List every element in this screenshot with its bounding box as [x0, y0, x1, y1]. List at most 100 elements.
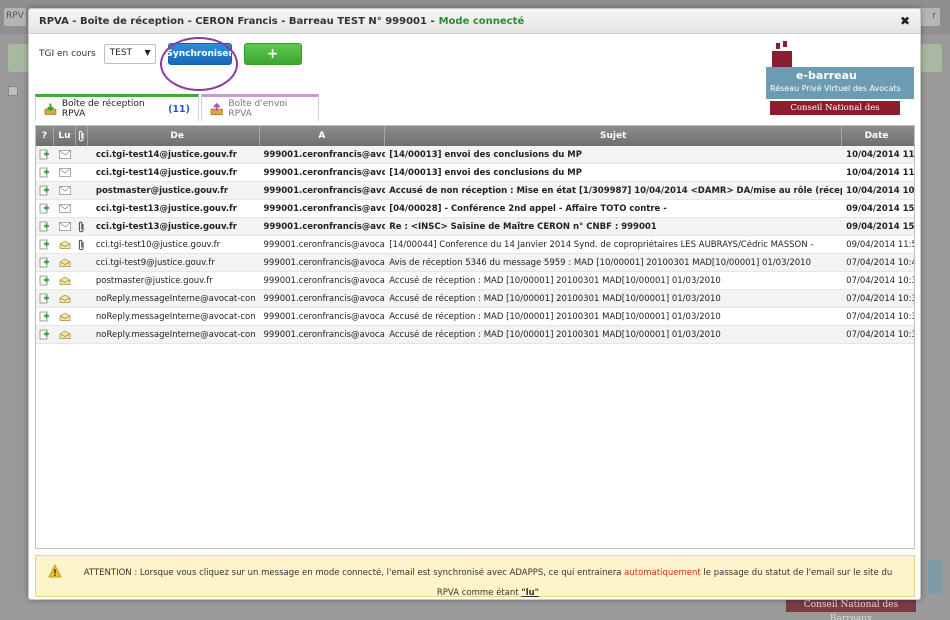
- table-row[interactable]: cci.tgi-test14@justice.gouv.fr 999001.cer…: [36, 146, 914, 164]
- header-attachment[interactable]: [76, 126, 88, 146]
- row-subject: Avis de réception 5346 du message 5959 :…: [389, 257, 811, 268]
- row-date: 10/04/2014 11:01: [846, 149, 914, 160]
- row-status-cell: [36, 272, 54, 290]
- document-add-icon: [40, 221, 50, 232]
- warning-text-1: ATTENTION : Lorsque vous cliquez sur un …: [83, 568, 622, 578]
- header-to[interactable]: A: [260, 126, 386, 146]
- row-status-cell: [36, 326, 54, 344]
- row-from: noReply.messageInterne@avocat-con: [95, 329, 256, 340]
- inbox-dialog: RPVA - Boîte de réception - CERON Franci…: [28, 8, 921, 600]
- row-to: 999001.ceronfrancis@avocat: [263, 203, 386, 214]
- row-subject: Accusé de non réception : Mise en état […: [389, 185, 843, 196]
- tab-inbox[interactable]: Boîte de réception RPVA (11): [35, 94, 199, 121]
- row-date: 07/04/2014 10:37: [846, 293, 914, 304]
- synchronize-button[interactable]: Synchroniser: [166, 43, 233, 65]
- document-add-icon: [40, 203, 50, 214]
- table-row[interactable]: cci.tgi-test10@justice.gouv.fr 999001.cer…: [36, 236, 914, 254]
- row-from: noReply.messageInterne@avocat-con: [95, 293, 256, 304]
- row-attachment-cell: [76, 236, 88, 254]
- row-status-cell: [36, 254, 54, 272]
- document-add-icon: [40, 167, 50, 178]
- row-status-cell: [36, 290, 54, 308]
- row-to: 999001.ceronfrancis@avocat: [263, 185, 386, 196]
- row-date: 09/04/2014 11:57: [846, 239, 914, 250]
- row-status-cell: [36, 164, 54, 182]
- table-row[interactable]: cci.tgi-test14@justice.gouv.fr 999001.cer…: [36, 164, 914, 182]
- row-read-cell: [54, 218, 76, 236]
- row-date: 07/04/2014 10:40: [846, 257, 914, 268]
- header-from[interactable]: De: [88, 126, 260, 146]
- row-subject: [14/00013] envoi des conclusions du MP: [389, 167, 582, 178]
- row-read-cell: [54, 254, 76, 272]
- row-subject: Accusé de réception : MAD [10/00001] 201…: [389, 329, 721, 340]
- table-row[interactable]: cci.tgi-test13@justice.gouv.fr 999001.cer…: [36, 218, 914, 236]
- header-read[interactable]: Lu: [54, 126, 76, 146]
- add-button[interactable]: +: [243, 43, 302, 65]
- row-attachment-cell: [76, 254, 88, 272]
- row-subject: [04/00028] - Conférence 2nd appel - Affa…: [389, 203, 667, 214]
- row-to: 999001.ceronfrancis@avocat: [263, 311, 386, 322]
- background-cnb-logo: Conseil National des Barreaux: [786, 598, 916, 620]
- envelope-open-icon: [59, 240, 71, 249]
- row-date: 10/04/2014 10:11: [846, 185, 914, 196]
- row-attachment-cell: [76, 146, 88, 164]
- message-grid: ? Lu De A Sujet Date cci.tgi-test14@just…: [35, 125, 915, 549]
- envelope-closed-icon: [59, 150, 71, 159]
- row-from: noReply.messageInterne@avocat-con: [95, 311, 256, 322]
- table-row[interactable]: cci.tgi-test9@justice.gouv.fr 999001.cero…: [36, 254, 914, 272]
- row-status-cell: [36, 182, 54, 200]
- document-add-icon: [40, 293, 50, 304]
- tgi-select-value: TEST: [109, 48, 133, 58]
- row-subject: Re : <INSC> Saisine de Maître CERON n° C…: [389, 221, 657, 232]
- header-question[interactable]: ?: [36, 126, 54, 146]
- row-to: 999001.ceronfrancis@avocat: [263, 221, 386, 232]
- row-to: 999001.ceronfrancis@avocat: [263, 275, 386, 286]
- table-row[interactable]: cci.tgi-test13@justice.gouv.fr 999001.cer…: [36, 200, 914, 218]
- close-icon[interactable]: ✖: [900, 14, 910, 28]
- document-add-icon: [40, 185, 50, 196]
- row-read-cell: [54, 146, 76, 164]
- row-attachment-cell: [76, 290, 88, 308]
- row-to: 999001.ceronfrancis@avocat: [263, 293, 386, 304]
- row-read-cell: [54, 182, 76, 200]
- background-green-panel-right: [920, 44, 942, 72]
- inbox-count: (11): [168, 103, 190, 115]
- row-subject: Accusé de réception : MAD [10/00001] 201…: [389, 311, 721, 322]
- row-read-cell: [54, 164, 76, 182]
- table-row[interactable]: postmaster@justice.gouv.fr 999001.ceronfr…: [36, 272, 914, 290]
- row-attachment-cell: [76, 218, 88, 236]
- e-barreau-logo: e-barreau Réseau Privé Virtuel des Avoca…: [766, 39, 916, 127]
- logo-cnb: Conseil National des Barreaux: [770, 101, 900, 127]
- sync-warning: ATTENTION : Lorsque vous cliquez sur un …: [35, 555, 915, 598]
- row-status-cell: [36, 308, 54, 326]
- envelope-open-icon: [59, 276, 71, 285]
- envelope-open-icon: [59, 294, 71, 303]
- grid-body: cci.tgi-test14@justice.gouv.fr 999001.cer…: [36, 146, 914, 344]
- tab-outbox[interactable]: Boîte d'envoi RPVA: [201, 94, 319, 121]
- table-row[interactable]: noReply.messageInterne@avocat-con 999001.…: [36, 326, 914, 344]
- row-attachment-cell: [76, 308, 88, 326]
- table-row[interactable]: noReply.messageInterne@avocat-con 999001.…: [36, 308, 914, 326]
- document-add-icon: [40, 329, 50, 340]
- tgi-select[interactable]: TEST ▼: [103, 44, 156, 64]
- toolbar: TGI en cours TEST ▼ Synchroniser +: [39, 42, 302, 66]
- warning-icon: [48, 564, 62, 578]
- background-blue-edge: [928, 560, 942, 594]
- paperclip-icon: [79, 221, 84, 232]
- document-add-icon: [40, 311, 50, 322]
- chevron-down-icon: ▼: [144, 48, 151, 57]
- row-from: cci.tgi-test9@justice.gouv.fr: [95, 257, 215, 268]
- header-date[interactable]: Date: [842, 126, 914, 146]
- row-from: cci.tgi-test14@justice.gouv.fr: [95, 167, 237, 178]
- row-subject: Accusé de réception : MAD [10/00001] 201…: [389, 293, 721, 304]
- background-checkbox: [8, 86, 18, 96]
- row-read-cell: [54, 236, 76, 254]
- table-row[interactable]: postmaster@justice.gouv.fr 999001.ceronfr…: [36, 182, 914, 200]
- table-row[interactable]: noReply.messageInterne@avocat-con 999001.…: [36, 290, 914, 308]
- row-to: 999001.ceronfrancis@avocat: [263, 167, 386, 178]
- row-subject: [14/00013] envoi des conclusions du MP: [389, 149, 582, 160]
- connection-mode: Mode connecté: [438, 15, 525, 27]
- row-status-cell: [36, 236, 54, 254]
- outbox-upload-icon: [210, 102, 223, 115]
- header-subject[interactable]: Sujet: [385, 126, 843, 146]
